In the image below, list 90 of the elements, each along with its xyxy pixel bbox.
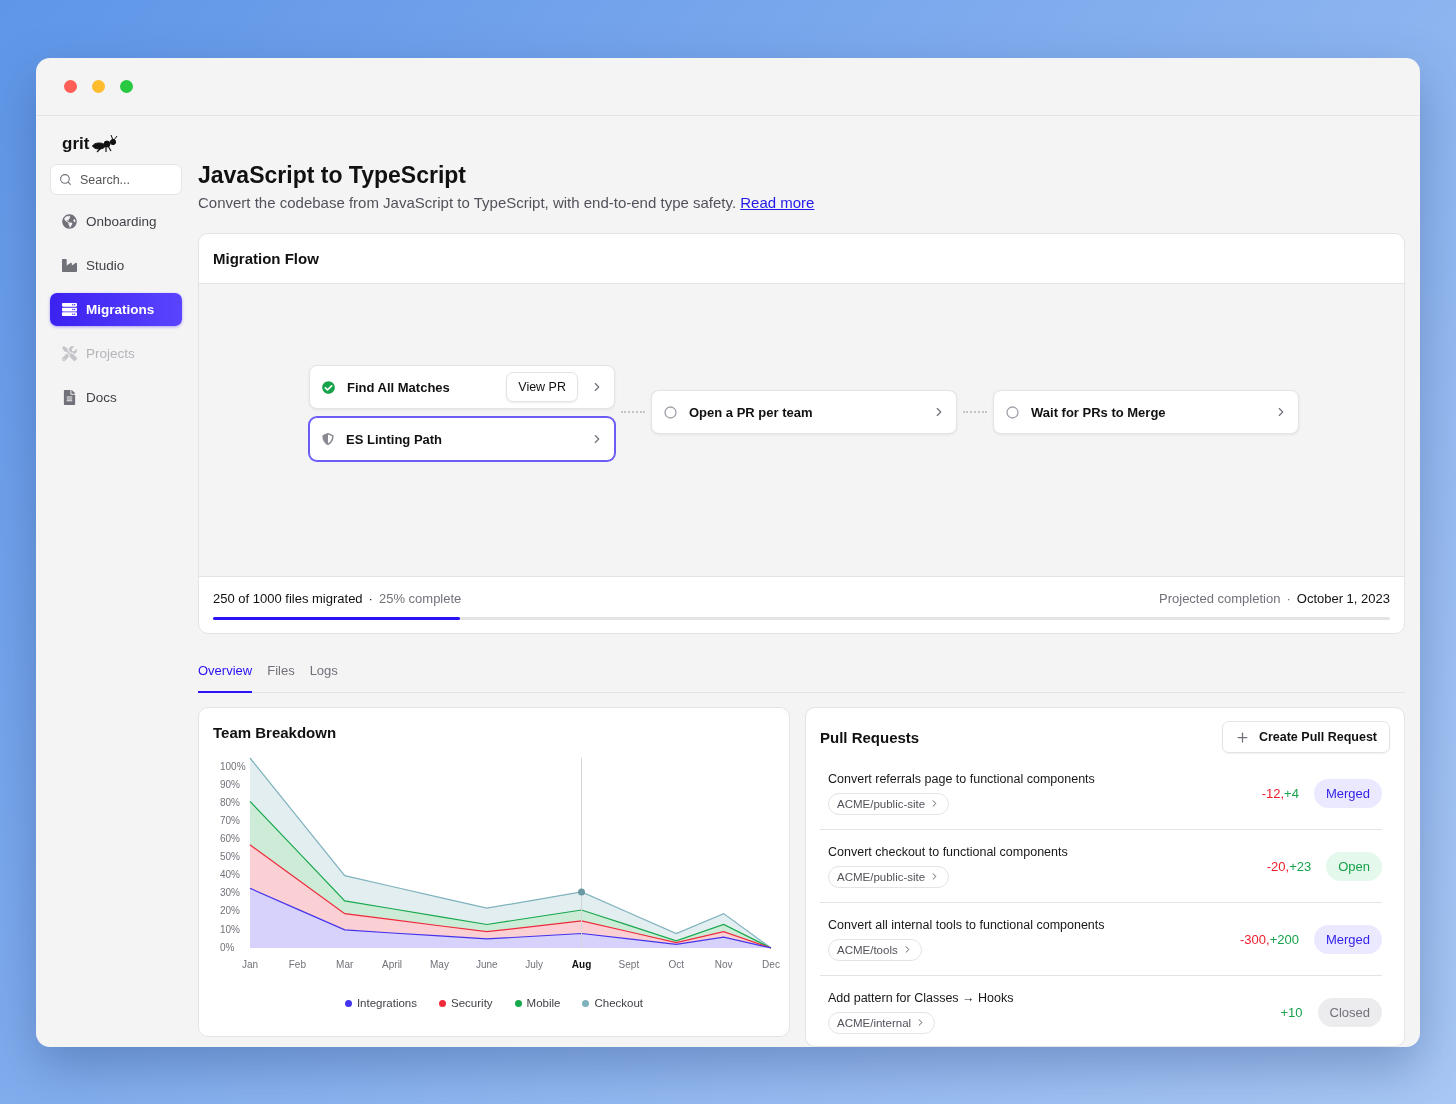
pull-request-title[interactable]: Convert checkout to functional components xyxy=(828,844,1068,859)
axis-tick-label: Sept xyxy=(618,959,640,970)
sidebar-item[interactable]: Docs xyxy=(50,381,182,414)
axis-tick-label: 70% xyxy=(220,814,240,826)
axis-tick-label: June xyxy=(475,959,498,970)
status-badge: Merged xyxy=(1313,778,1382,808)
sidebar-item[interactable]: Studio xyxy=(50,249,182,282)
axis-tick-label: Dec xyxy=(762,959,780,970)
legend-label: Security xyxy=(451,997,493,1009)
step-label: Open a PR per team xyxy=(689,404,814,420)
status-badge: Open xyxy=(1326,851,1382,881)
diff-count: -12, xyxy=(1261,785,1285,801)
legend-label: Integrations xyxy=(356,997,418,1009)
dotted-connector xyxy=(963,411,987,413)
minimize-icon[interactable] xyxy=(92,80,105,93)
legend-label: Mobile xyxy=(526,997,561,1009)
pull-request-title[interactable]: Convert all internal tools to functional components xyxy=(828,917,1105,932)
axis-tick-label: May xyxy=(430,959,449,970)
empty-circle-icon xyxy=(1006,405,1019,419)
check-icon xyxy=(322,380,335,394)
tab[interactable]: Logs xyxy=(309,663,338,693)
axis-tick-label: 100% xyxy=(220,760,246,772)
pull-request-title[interactable]: Convert referrals page to functional components xyxy=(828,771,1095,786)
diff-count: +23 xyxy=(1289,858,1312,874)
flow-step-card[interactable]: Wait for PRs to Merge xyxy=(993,390,1299,434)
step-label: Find All Matches xyxy=(347,379,451,395)
tab[interactable]: Files xyxy=(267,663,295,693)
page-description: Convert the codebase from JavaScript to TypeScript, with end-to-end type safety. Read more xyxy=(198,194,816,211)
projected-completion-label: Projected completion xyxy=(1159,591,1281,606)
sidebar-item[interactable]: Onboarding xyxy=(50,205,182,238)
logo-text: grit xyxy=(62,134,90,154)
status-badge: Closed xyxy=(1317,997,1382,1027)
status-badge: Merged xyxy=(1313,924,1382,954)
axis-tick-label: 20% xyxy=(220,905,240,917)
diff-count: +4 xyxy=(1284,785,1299,801)
step-label: ES Linting Path xyxy=(346,431,444,447)
view-pr-button[interactable]: View PR xyxy=(506,372,578,402)
tools-icon xyxy=(62,346,77,361)
flow-step-card[interactable]: ES Linting Path xyxy=(309,417,615,461)
shield-icon xyxy=(322,433,334,445)
axis-tick-label: 50% xyxy=(220,851,240,863)
axis-tick-label: Feb xyxy=(288,959,306,970)
search-field[interactable]: Search... xyxy=(50,164,182,195)
create-pull-request-button[interactable]: Create Pull Request xyxy=(1221,721,1390,753)
document-icon xyxy=(62,390,77,405)
step-label: Wait for PRs to Merge xyxy=(1031,404,1167,420)
factory-icon xyxy=(62,258,77,273)
tab[interactable]: Overview xyxy=(198,663,253,693)
flow-step-card[interactable]: Find All Matches View PR xyxy=(309,365,615,409)
legend-label: Checkout xyxy=(594,997,644,1009)
axis-tick-label: Aug xyxy=(571,959,592,970)
read-more-link[interactable]: Read more xyxy=(740,194,815,211)
separator-dot: · xyxy=(368,591,373,606)
axis-tick-label: 0% xyxy=(220,941,235,953)
dotted-connector xyxy=(621,411,645,413)
card-title: Pull Requests xyxy=(820,728,920,746)
axis-tick-label: 90% xyxy=(220,778,240,790)
files-migrated-text: 250 of 1000 files migrated xyxy=(213,591,363,606)
card-title: Team Breakdown xyxy=(213,724,337,741)
page-title: JavaScript to TypeScript xyxy=(198,162,467,189)
axis-tick-label: 80% xyxy=(220,796,240,808)
axis-tick-label: Nov xyxy=(714,959,733,970)
bug-icon xyxy=(91,135,120,153)
axis-tick-label: Jan xyxy=(241,959,259,970)
axis-tick-label: Oct xyxy=(668,959,685,970)
globe-icon xyxy=(62,214,77,229)
search-icon xyxy=(59,173,72,186)
axis-tick-label: 40% xyxy=(220,869,240,881)
axis-tick-label: 10% xyxy=(220,923,240,935)
maximize-icon[interactable] xyxy=(120,80,133,93)
diff-count: -300, xyxy=(1240,931,1270,947)
empty-circle-icon xyxy=(664,405,677,419)
card-title: Migration Flow xyxy=(213,250,319,267)
close-icon[interactable] xyxy=(64,80,77,93)
diff-count: +200 xyxy=(1269,931,1299,947)
axis-tick-label: July xyxy=(525,959,544,970)
axis-tick-label: April xyxy=(382,959,403,970)
axis-tick-label: 30% xyxy=(220,887,240,899)
axis-tick-label: Mar xyxy=(336,959,354,970)
sidebar-item[interactable]: Migrations xyxy=(50,293,182,326)
plus-icon xyxy=(1234,729,1250,745)
diff-count: -20, xyxy=(1266,858,1290,874)
percent-complete-text: 25% complete xyxy=(378,591,462,606)
diff-count: +10 xyxy=(1280,1004,1303,1020)
server-stack-icon xyxy=(62,302,77,317)
pull-request-title[interactable]: Add pattern for Classes → Hooks xyxy=(828,990,1014,1005)
separator-dot: · xyxy=(1286,591,1291,606)
projected-date: October 1, 2023 xyxy=(1296,591,1390,606)
flow-step-card[interactable]: Open a PR per team xyxy=(651,390,957,434)
axis-tick-label: 60% xyxy=(220,833,240,845)
